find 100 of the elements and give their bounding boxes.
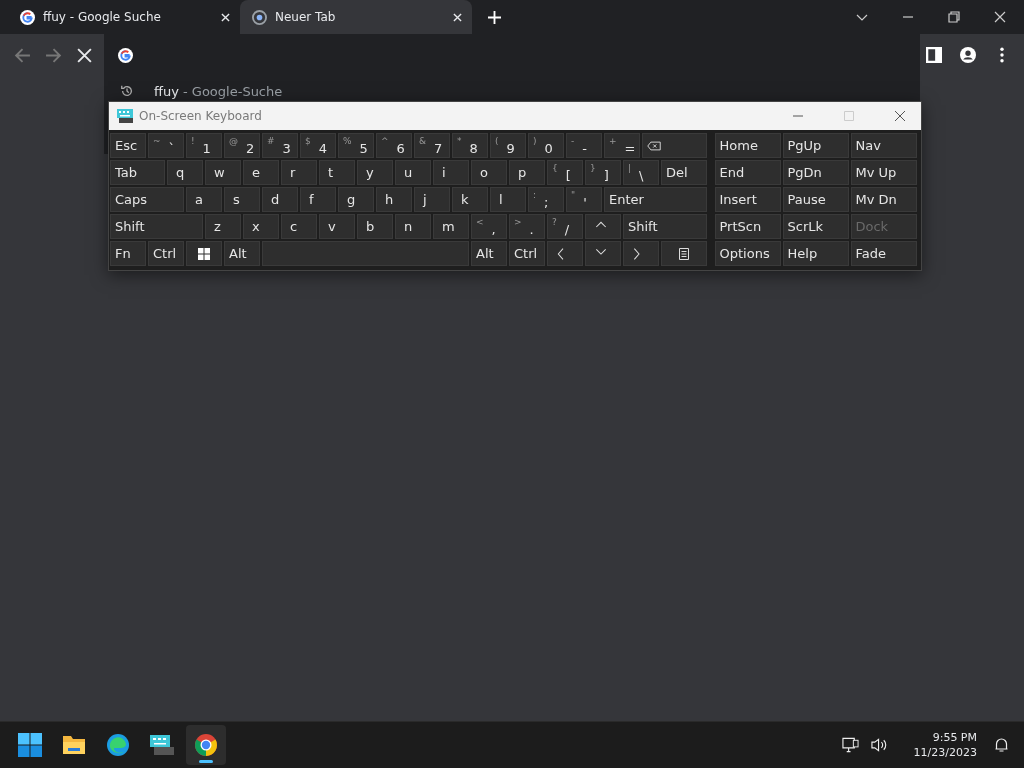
menu-key[interactable] [661,241,707,266]
key[interactable]: # 3 [262,133,298,158]
key[interactable]: Help [782,241,849,266]
forward-arrow-icon[interactable] [45,46,62,64]
key[interactable]: PgUp [782,133,849,158]
key[interactable]: u [395,160,431,185]
key[interactable]: Alt [224,241,260,266]
windows-key[interactable] [186,241,222,266]
new-tab-icon[interactable] [488,10,501,24]
key[interactable]: i [433,160,469,185]
key[interactable]: Alt [471,241,507,266]
key[interactable]: + = [604,133,640,158]
backspace-key[interactable] [642,133,707,158]
key[interactable]: ScrLk [782,214,849,239]
close-icon[interactable] [895,111,905,121]
side-panel-icon[interactable] [926,47,942,63]
network-icon[interactable] [841,737,859,753]
key[interactable]: { [ [547,160,583,185]
key[interactable]: Pause [782,187,849,212]
shift-symbol: # [267,136,275,146]
key[interactable]: b [357,214,393,239]
key[interactable]: PgDn [782,160,849,185]
key[interactable]: Fn [110,241,146,266]
key[interactable]: Ctrl [148,241,184,266]
key[interactable]: % 5 [338,133,374,158]
key[interactable]: } ] [585,160,621,185]
key[interactable]: PrtScn [714,214,781,239]
key[interactable]: ^ 6 [376,133,412,158]
shift-symbol: ) [533,136,537,146]
taskbar-app[interactable] [186,725,226,765]
key-label: , [491,222,496,237]
volume-icon[interactable] [870,737,888,753]
key[interactable]: Shift [623,214,707,239]
key[interactable]: j [414,187,450,212]
key[interactable]: Mv Up [850,160,917,185]
key[interactable]: ) 0 [528,133,564,158]
browser-tab[interactable]: Neuer Tab [240,0,472,34]
key[interactable]: n [395,214,431,239]
key[interactable]: e [243,160,279,185]
key[interactable]: k [452,187,488,212]
key[interactable]: Options [714,241,781,266]
key[interactable]: Tab [110,160,165,185]
key[interactable]: Esc [110,133,146,158]
key[interactable]: > . [509,214,545,239]
key[interactable]: @ 2 [224,133,260,158]
key[interactable]: m [433,214,469,239]
key-label: 9 [506,141,515,156]
stop-icon[interactable] [76,46,93,64]
key[interactable]: Home [714,133,781,158]
key[interactable]: " ' [566,187,602,212]
key[interactable]: x [243,214,279,239]
key[interactable]: & 7 [414,133,450,158]
key[interactable]: f [300,187,336,212]
restore-icon[interactable] [948,11,960,23]
shift-symbol: > [514,217,522,227]
key[interactable]: v [319,214,355,239]
key[interactable]: ~ ` [148,133,184,158]
key[interactable]: ( 9 [490,133,526,158]
key[interactable]: : ; [528,187,564,212]
key[interactable]: l [490,187,526,212]
key[interactable]: * 8 [452,133,488,158]
key-label: 8 [469,141,478,156]
profile-icon[interactable] [960,47,976,63]
key[interactable]: y [357,160,393,185]
key[interactable]: End [714,160,781,185]
key[interactable]: d [262,187,298,212]
key[interactable]: - - [566,133,602,158]
shift-symbol: < [476,217,484,227]
arrow-key[interactable] [623,241,659,266]
key[interactable]: r [281,160,317,185]
key[interactable]: $ 4 [300,133,336,158]
key[interactable]: z [205,214,241,239]
key[interactable]: Shift [110,214,203,239]
key[interactable]: g [338,187,374,212]
key[interactable]: ! 1 [186,133,222,158]
key[interactable]: t [319,160,355,185]
notification-bell-icon[interactable] [993,737,1010,753]
key[interactable]: w [205,160,241,185]
key[interactable]: Del [661,160,707,185]
key[interactable]: a [186,187,222,212]
back-arrow-icon[interactable] [14,46,31,64]
key[interactable]: Ctrl [509,241,545,266]
key[interactable]: | \ [623,160,659,185]
key[interactable]: h [376,187,412,212]
key[interactable]: Nav [850,133,917,158]
key[interactable]: Enter [604,187,707,212]
chrome-icon [252,9,267,25]
key[interactable]: s [224,187,260,212]
key[interactable]: Fade [850,241,917,266]
key[interactable]: < , [471,214,507,239]
key[interactable]: c [281,214,317,239]
key[interactable]: ? / [547,214,583,239]
browser-tab[interactable]: ffuy - Google Suche [8,0,240,34]
key[interactable]: Caps [110,187,184,212]
key[interactable]: Mv Dn [850,187,917,212]
key[interactable]: q [167,160,203,185]
key-label: 5 [359,141,368,156]
key[interactable]: p [509,160,545,185]
key[interactable]: o [471,160,507,185]
key[interactable]: Insert [714,187,781,212]
